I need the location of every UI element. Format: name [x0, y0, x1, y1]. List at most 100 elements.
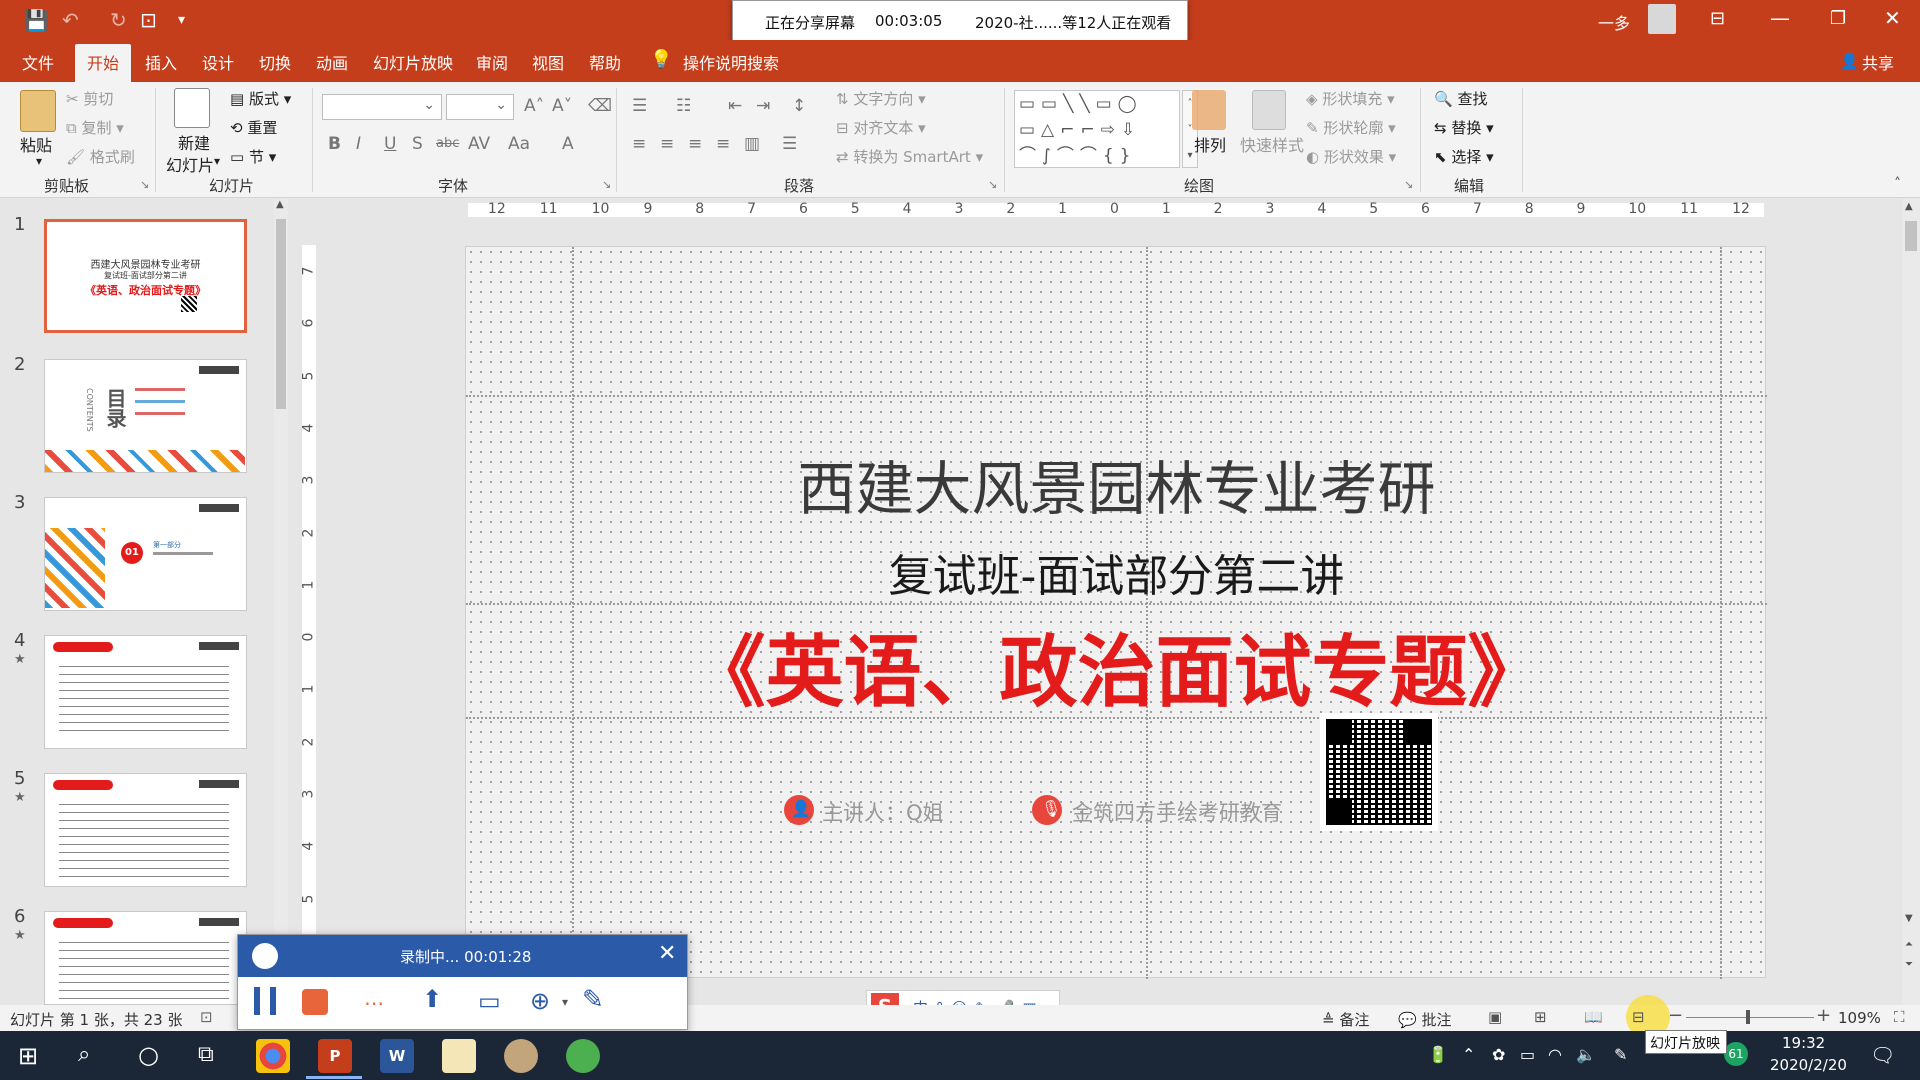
new-slide-icon[interactable]	[174, 88, 210, 128]
numbering-icon[interactable]: ☷	[676, 96, 691, 116]
new-slide-dropdown-icon[interactable]: ▾	[214, 154, 220, 168]
notepad-icon[interactable]	[442, 1039, 476, 1073]
arrange-icon[interactable]	[1192, 90, 1226, 130]
char-spacing-button[interactable]: AV	[468, 134, 490, 154]
app-icon[interactable]	[504, 1039, 538, 1073]
tray-app-icon[interactable]: ✿	[1492, 1045, 1505, 1064]
quick-styles-icon[interactable]	[1252, 90, 1286, 130]
bullets-icon[interactable]: ☰	[632, 96, 647, 116]
section-button[interactable]: ▭ 节 ▾	[230, 146, 276, 167]
chrome-icon[interactable]	[256, 1039, 290, 1073]
power-icon[interactable]: ▭	[1520, 1045, 1535, 1064]
columns-icon[interactable]: ☰	[782, 134, 797, 154]
bold-button[interactable]: B	[328, 134, 341, 154]
zoom-level[interactable]: 109%	[1838, 1009, 1881, 1027]
pointer-icon[interactable]: ⬆	[422, 985, 442, 1013]
layout-button[interactable]: ▤ 版式 ▾	[230, 88, 291, 109]
shrink-font-icon[interactable]: A˅	[552, 96, 572, 116]
text-direction-button[interactable]: ⇅ 文字方向 ▾	[836, 88, 926, 109]
screen-area-icon[interactable]: ▭	[478, 987, 501, 1015]
comments-button[interactable]: 💬 批注	[1398, 1009, 1451, 1030]
cortana-icon[interactable]: ○	[138, 1041, 159, 1069]
notification-badge[interactable]: 61	[1724, 1042, 1748, 1066]
present-icon[interactable]: ⊡	[140, 8, 157, 32]
font-size-combo[interactable]: ⌄	[446, 94, 514, 120]
new-slide-label[interactable]: 新建	[178, 130, 210, 154]
replace-button[interactable]: ⇆ 替换 ▾	[1434, 117, 1494, 138]
line-spacing-icon[interactable]: ↕	[792, 96, 806, 116]
slide-sorter-icon[interactable]: ⊞	[1534, 1008, 1547, 1026]
slideshow-view-icon[interactable]: ⊟	[1632, 1008, 1645, 1026]
account-name[interactable]: 一多	[1598, 10, 1630, 34]
pause-icon[interactable]	[254, 987, 276, 1015]
cut-button[interactable]: ✂ 剪切	[66, 88, 113, 109]
select-button[interactable]: ⬉ 选择 ▾	[1434, 146, 1494, 167]
decrease-indent-icon[interactable]: ⇤	[728, 96, 742, 116]
shape-effects-button[interactable]: ◐ 形状效果 ▾	[1306, 146, 1396, 167]
close-icon[interactable]: ✕	[1884, 6, 1901, 30]
editor-scrollbar[interactable]: ▲ ▼ ⏶ ⏷	[1902, 199, 1920, 1005]
stop-icon[interactable]	[302, 989, 328, 1015]
tab-transitions[interactable]: 切换	[259, 50, 291, 74]
avatar[interactable]	[1648, 4, 1676, 34]
paragraph-launcher-icon[interactable]: ↘	[988, 178, 997, 191]
justify-icon[interactable]: ≡	[716, 134, 730, 154]
strikethrough-button[interactable]: abc	[436, 136, 459, 151]
convert-smartart-button[interactable]: ⇄ 转换为 SmartArt ▾	[836, 146, 983, 167]
quick-styles-button[interactable]: 快速样式	[1240, 132, 1304, 156]
annotation-line-icon[interactable]: ⋯	[364, 991, 384, 1015]
slide-thumbnail-5[interactable]	[44, 773, 247, 887]
shapes-gallery[interactable]: ▭▭╲╲▭◯ ▭△⌐⌐⇨⇩ ⌒∫⌒⌒{}	[1014, 90, 1180, 168]
shadow-button[interactable]: S	[412, 134, 423, 154]
align-right-icon[interactable]: ≡	[688, 134, 702, 154]
pen-workspace-icon[interactable]: ✎	[1614, 1045, 1627, 1064]
slide-thumbnail-3[interactable]: 01 第一部分	[44, 497, 247, 611]
scroll-thumb[interactable]	[1905, 221, 1917, 251]
slide-subtitle[interactable]: 复试班-面试部分第二讲	[466, 540, 1767, 604]
arrange-button[interactable]: 排列	[1194, 132, 1226, 156]
new-slide-label-2[interactable]: 幻灯片	[166, 152, 214, 176]
task-view-icon[interactable]: ⧉	[198, 1042, 214, 1067]
slide-thumbnail-4[interactable]	[44, 635, 247, 749]
scroll-up-icon[interactable]: ▲	[276, 199, 284, 210]
align-left-icon[interactable]: ≡	[632, 134, 646, 154]
font-color-button[interactable]: A	[562, 134, 574, 154]
zoom-slider[interactable]	[1686, 1017, 1814, 1018]
slide-canvas[interactable]: 西建大风景园林专业考研 复试班-面试部分第二讲 《英语、政治面试专题》 👤 主讲…	[465, 246, 1767, 979]
chevron-down-icon[interactable]: ▾	[562, 995, 568, 1009]
tab-slideshow[interactable]: 幻灯片放映	[373, 50, 453, 74]
slide-thumbnail-6[interactable]	[44, 911, 247, 1005]
thumbnail-scrollbar[interactable]: ▲	[274, 199, 288, 1005]
reading-view-icon[interactable]: 📖	[1584, 1008, 1603, 1026]
customize-quick-access-icon[interactable]: ▾	[178, 12, 185, 28]
tab-help[interactable]: 帮助	[589, 50, 621, 74]
slide-thumbnail-2[interactable]: 目录 CONTENTS	[44, 359, 247, 473]
normal-view-icon[interactable]: ▣	[1488, 1008, 1502, 1026]
paste-dropdown-icon[interactable]: ▾	[36, 154, 42, 168]
tab-home[interactable]: 开始	[75, 44, 132, 82]
powerpoint-icon[interactable]: P	[318, 1039, 352, 1073]
scroll-down-icon[interactable]: ▼	[1905, 913, 1913, 924]
font-launcher-icon[interactable]: ↘	[602, 178, 611, 191]
italic-button[interactable]: I	[356, 134, 361, 154]
app-icon[interactable]	[566, 1039, 600, 1073]
tab-animations[interactable]: 动画	[316, 50, 348, 74]
volume-icon[interactable]: 🔈	[1576, 1045, 1596, 1064]
reset-button[interactable]: ⟲ 重置	[230, 117, 277, 138]
word-icon[interactable]: W	[380, 1039, 414, 1073]
collapse-ribbon-icon[interactable]: ˄	[1894, 176, 1901, 192]
paste-button[interactable]: 粘贴	[20, 132, 52, 156]
scroll-thumb[interactable]	[276, 219, 286, 409]
increase-indent-icon[interactable]: ⇥	[756, 96, 770, 116]
notes-button[interactable]: ≜ 备注	[1322, 1009, 1369, 1030]
slide-title[interactable]: 西建大风景园林专业考研	[466, 442, 1767, 526]
shape-fill-button[interactable]: ◈ 形状填充 ▾	[1306, 88, 1395, 109]
clock-time[interactable]: 19:32	[1782, 1034, 1825, 1052]
zoom-out-icon[interactable]: −	[1668, 1005, 1683, 1026]
save-icon[interactable]: 💾	[24, 8, 49, 32]
scroll-up-icon[interactable]: ▲	[1905, 201, 1913, 212]
battery-icon[interactable]: 🔋	[1428, 1045, 1448, 1064]
windows-start-icon[interactable]: ⊞	[18, 1042, 38, 1070]
proofing-icon[interactable]: ⊡	[200, 1008, 213, 1026]
qr-code-icon[interactable]	[1320, 713, 1438, 831]
